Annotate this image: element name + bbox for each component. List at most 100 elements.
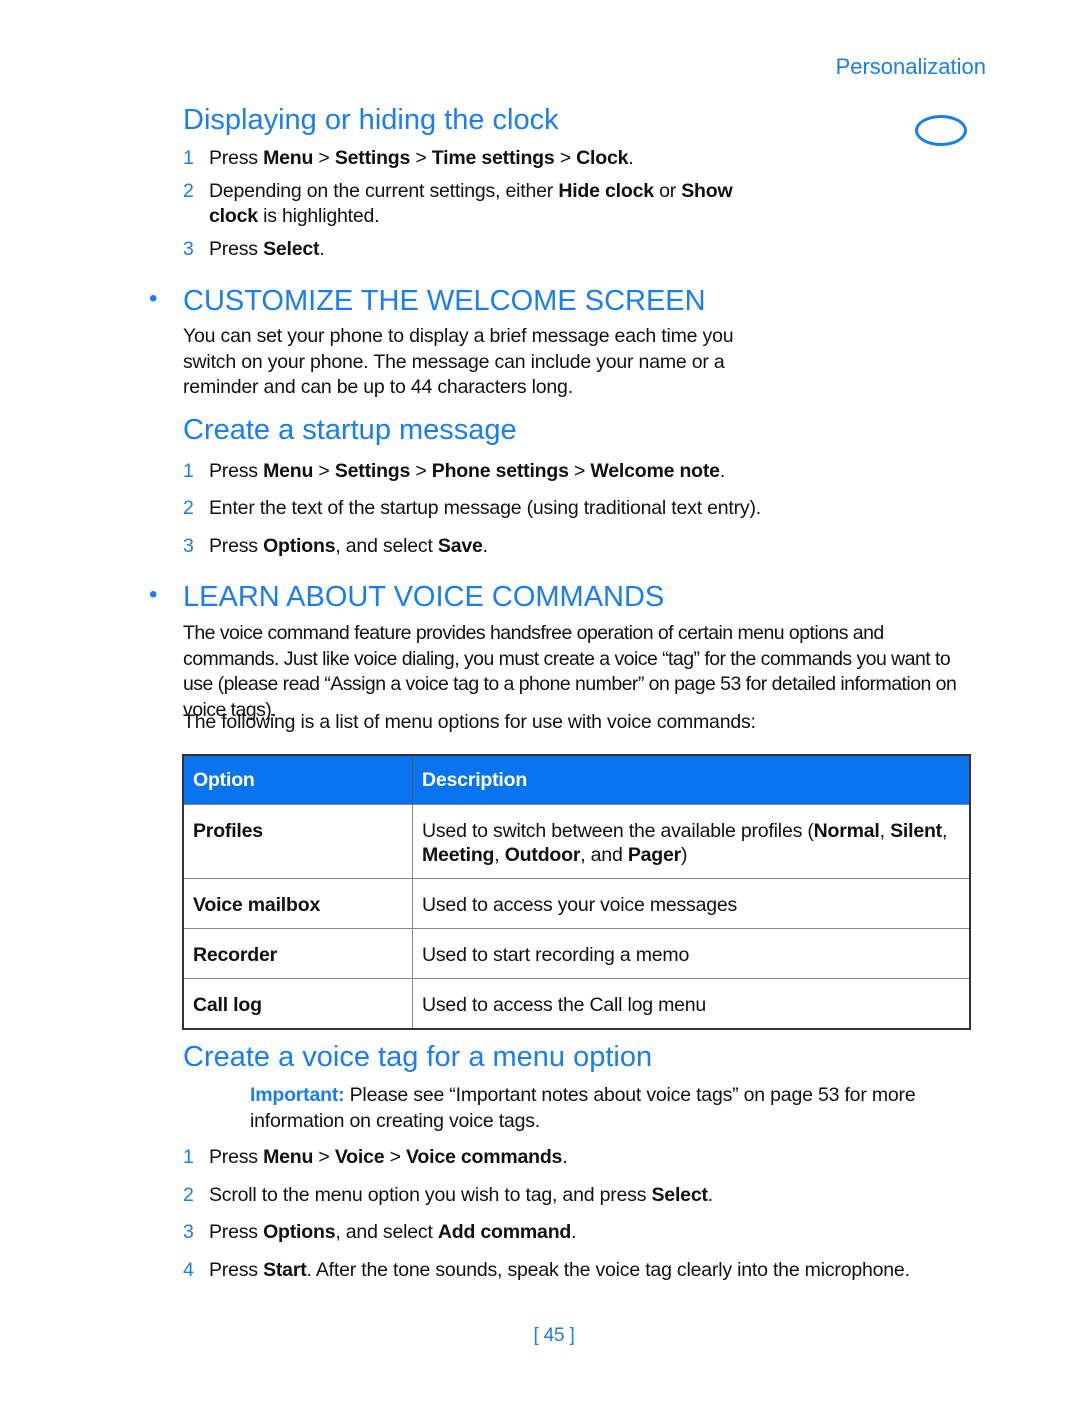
heading-welcome: • CUSTOMIZE THE WELCOME SCREEN: [149, 285, 706, 318]
text-segment: >: [313, 460, 335, 482]
welcome-body: You can set your phone to display a brie…: [183, 325, 734, 398]
voice-body: The voice command feature provides hands…: [183, 622, 957, 721]
bold-term: Add command: [437, 1221, 572, 1243]
bold-term: Meeting: [422, 844, 495, 866]
step-item: 3 Press Options, and select Add command.: [183, 1220, 999, 1245]
step-number: 2: [183, 1184, 194, 1206]
option-cell: Voice mailbox: [183, 878, 413, 929]
table-row: Recorder Used to start recording a memo: [183, 928, 971, 979]
bold-term: Clock: [576, 147, 629, 169]
table-row: Voice mailbox Used to access your voice m…: [183, 878, 971, 929]
bold-term: Options: [263, 535, 336, 557]
bold-term: Phone settings: [431, 460, 569, 482]
bold-term: Hide clock: [558, 180, 654, 202]
step-text: Depending on the current settings, eithe…: [209, 179, 769, 229]
option-cell: Call log: [183, 978, 413, 1029]
text-segment: , and select: [335, 535, 438, 557]
text-segment: , and: [580, 844, 628, 866]
bold-term: Start: [263, 1259, 307, 1281]
bold-term: Options: [263, 1221, 336, 1243]
text-segment: Press: [209, 460, 264, 482]
step-text: Press Menu > Settings > Phone settings >…: [209, 459, 999, 484]
text-segment: .: [562, 1146, 568, 1168]
step-text: Scroll to the menu option you wish to ta…: [209, 1183, 999, 1208]
bullet-icon: •: [149, 285, 158, 312]
oval-icon: [915, 115, 967, 146]
bullet-icon: •: [149, 581, 158, 608]
text-segment: Used to start recording a memo: [422, 944, 690, 966]
heading-voice: • LEARN ABOUT VOICE COMMANDS: [149, 581, 665, 614]
page-number: [ 45 ]: [533, 1325, 575, 1346]
table-row: Profiles Used to switch between the avail…: [183, 804, 971, 879]
text-segment: Press: [209, 147, 264, 169]
text-segment: .: [482, 535, 488, 557]
text-segment: Depending on the current settings, eithe…: [209, 180, 559, 202]
text-segment: .: [628, 147, 634, 169]
description-cell: Used to start recording a memo: [412, 928, 971, 979]
step-number: 3: [183, 1221, 194, 1243]
manual-page: Personalization Displaying or hiding the…: [0, 0, 1080, 1412]
bold-term: Menu: [263, 147, 314, 169]
heading-voicetag: Create a voice tag for a menu option: [183, 1041, 653, 1073]
step-number: 1: [183, 1146, 194, 1168]
text-segment: Enter the text of the startup message (u…: [209, 497, 761, 519]
text-segment: , and select: [335, 1221, 438, 1243]
step-number: 4: [183, 1259, 194, 1281]
text-segment: .: [319, 238, 325, 260]
step-item: 2 Enter the text of the startup message (…: [183, 496, 999, 521]
voice-commands-table: Option Description Profiles Used to switc…: [182, 754, 971, 1030]
voice-list-intro: The following is a list of menu options …: [183, 711, 756, 733]
step-text: Press Menu > Settings > Time settings > …: [209, 146, 769, 171]
text-segment: >: [313, 147, 335, 169]
heading-clock: Displaying or hiding the clock: [183, 104, 559, 136]
bold-term: Welcome note: [590, 460, 720, 482]
step-item: 1 Press Menu > Settings > Phone settings …: [183, 459, 999, 484]
step-item: 3 Press Select.: [183, 237, 769, 262]
text-segment: >: [410, 460, 432, 482]
table-row: Call log Used to access the Call log menu: [183, 978, 971, 1029]
step-item: 1 Press Menu > Settings > Time settings >…: [183, 146, 769, 171]
text-segment: Press: [209, 535, 264, 557]
column-header-description: Description: [412, 755, 971, 805]
bold-term: Silent: [890, 820, 942, 842]
step-item: 4 Press Start. After the tone sounds, spe…: [183, 1258, 999, 1283]
bold-term: Select: [263, 238, 320, 260]
section-header: Personalization: [835, 54, 986, 79]
text-segment: Press: [209, 1221, 264, 1243]
text-segment: >: [384, 1146, 407, 1168]
step-item: 2 Scroll to the menu option you wish to t…: [183, 1183, 999, 1208]
description-cell: Used to access your voice messages: [412, 878, 971, 929]
step-number: 1: [183, 147, 194, 169]
text-segment: Used to access the Call log menu: [422, 994, 707, 1016]
text-segment: Scroll to the menu option you wish to ta…: [209, 1184, 652, 1206]
step-number: 3: [183, 535, 194, 557]
step-text: Press Menu > Voice > Voice commands.: [209, 1145, 999, 1170]
text-segment: >: [568, 460, 591, 482]
step-number: 2: [183, 180, 194, 202]
step-item: 1 Press Menu > Voice > Voice commands.: [183, 1145, 999, 1170]
step-number: 1: [183, 460, 194, 482]
column-header-option: Option: [183, 755, 413, 805]
bold-term: Pager: [627, 844, 682, 866]
text-segment: .: [719, 460, 726, 482]
bold-term: Select: [651, 1184, 708, 1206]
heading-voice-text: LEARN ABOUT VOICE COMMANDS: [183, 581, 665, 613]
bold-term: Outdoor: [504, 844, 581, 866]
step-item: 2 Depending on the current settings, eith…: [183, 179, 769, 229]
text-segment: Used to switch between the available pro…: [422, 820, 814, 842]
bold-term: Voice commands: [406, 1146, 563, 1168]
step-number: 2: [183, 497, 194, 519]
text-segment: Press: [209, 238, 264, 260]
bold-term: Settings: [334, 460, 411, 482]
step-number: 3: [183, 238, 194, 260]
important-label: Important:: [250, 1084, 345, 1106]
bold-term: Save: [437, 535, 483, 557]
text-segment: >: [313, 1146, 335, 1168]
step-text: Press Options, and select Add command.: [209, 1220, 999, 1245]
heading-startup: Create a startup message: [183, 414, 517, 446]
step-text: Press Start. After the tone sounds, spea…: [209, 1258, 999, 1283]
step-text: Enter the text of the startup message (u…: [209, 496, 999, 521]
option-cell: Recorder: [183, 928, 413, 979]
bold-term: Menu: [263, 1146, 314, 1168]
step-text: Press Options, and select Save.: [209, 534, 999, 559]
